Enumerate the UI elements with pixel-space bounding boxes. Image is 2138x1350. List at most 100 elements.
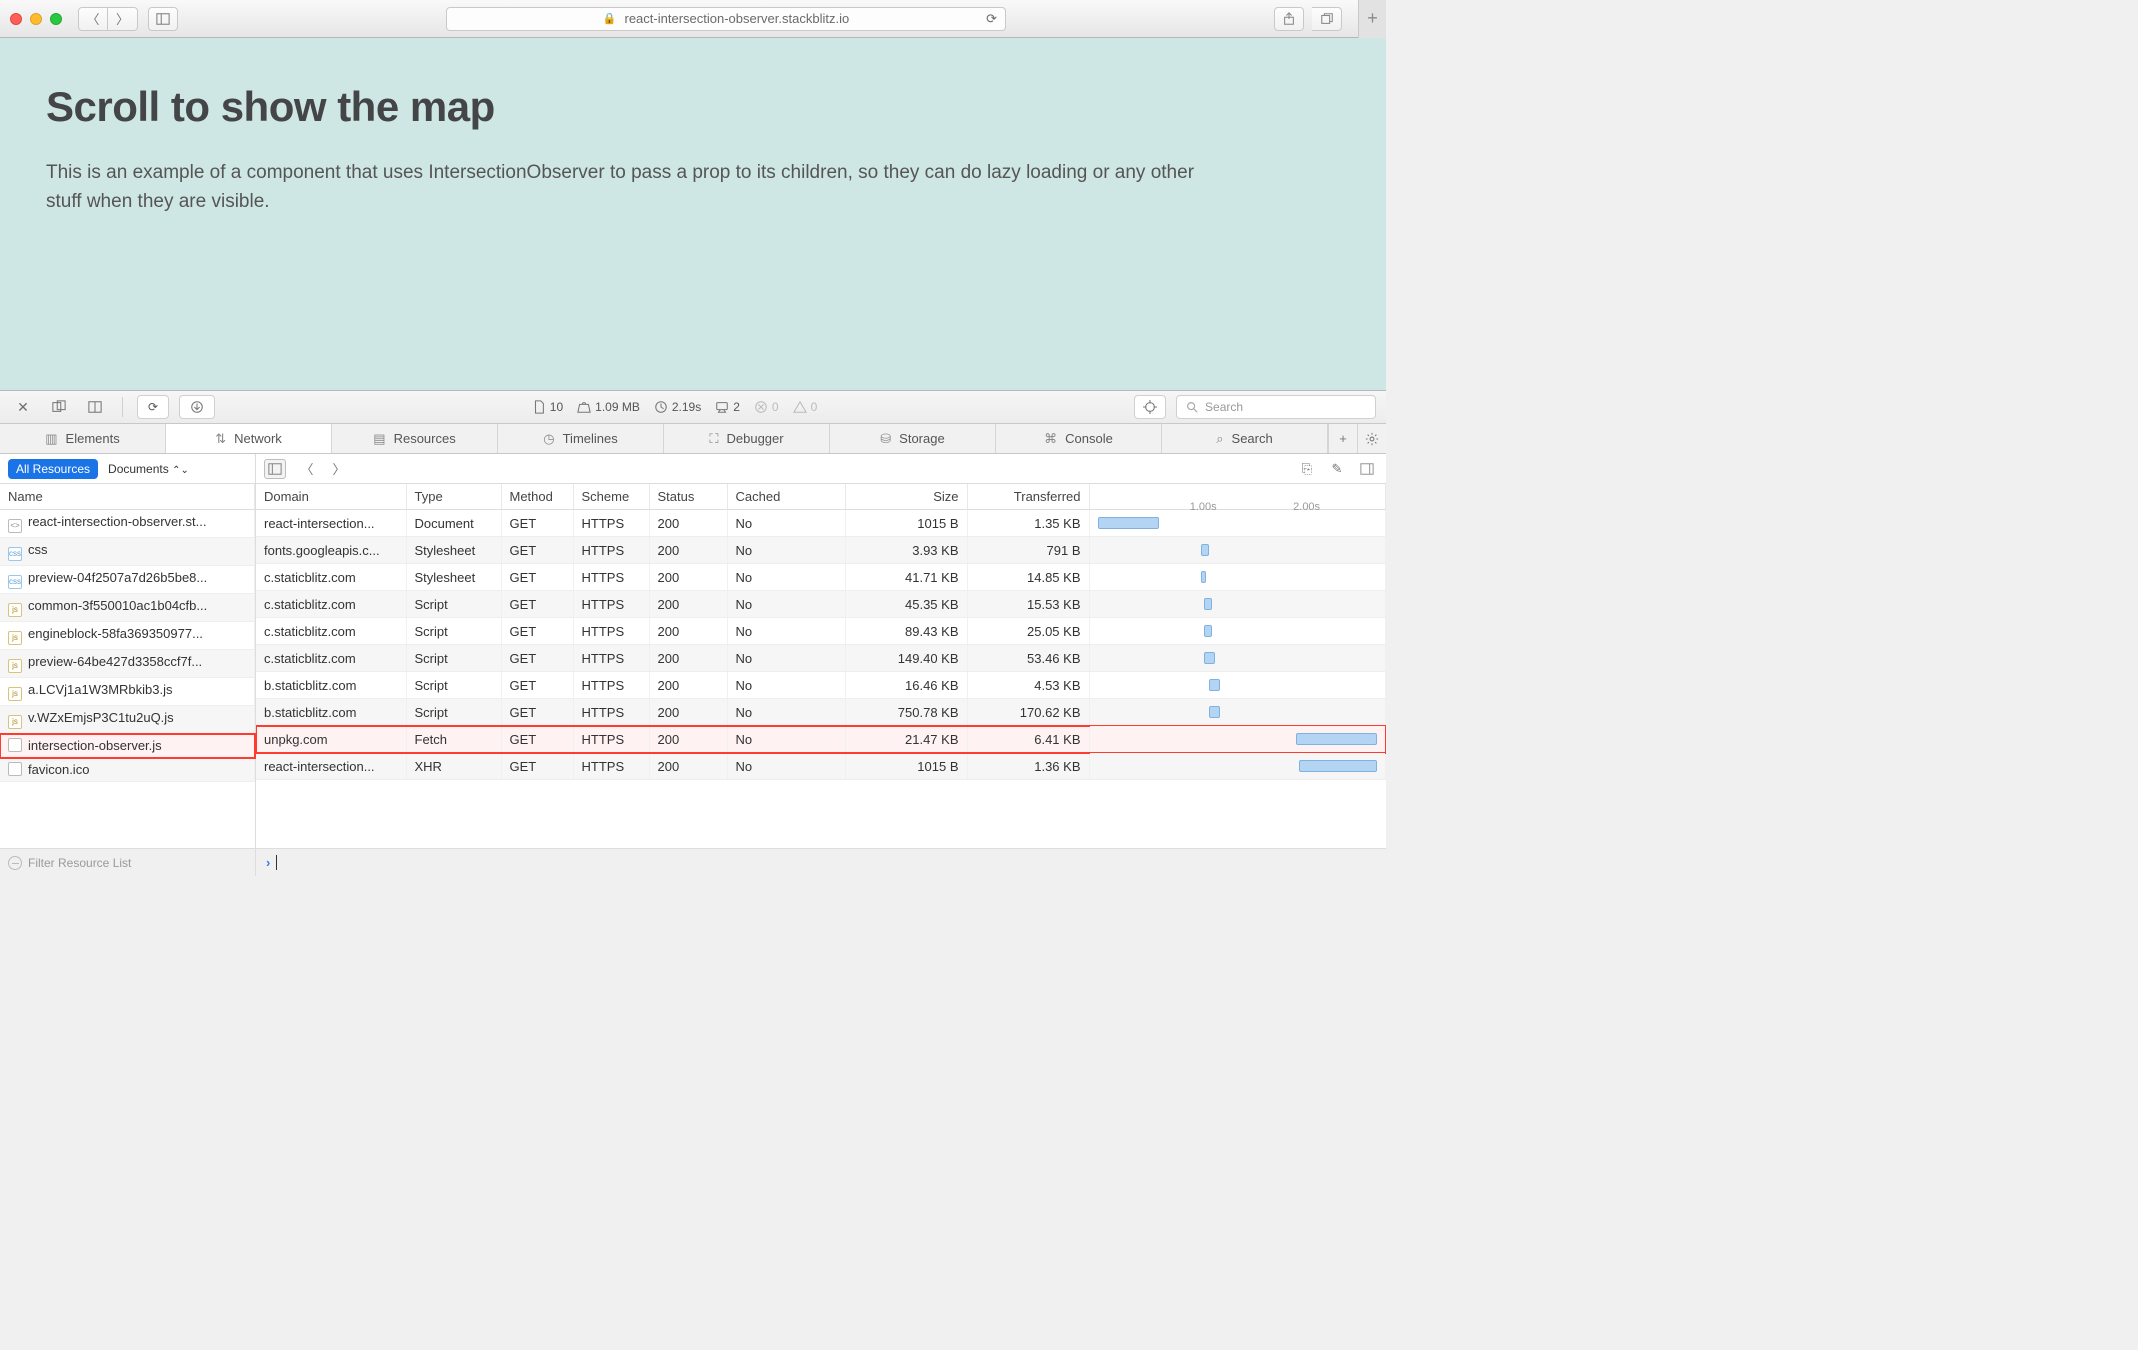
download-pill[interactable] bbox=[179, 395, 215, 419]
devtools-settings-button[interactable] bbox=[1357, 424, 1386, 453]
table-row[interactable]: react-intersection...XHRGETHTTPS200No101… bbox=[256, 753, 1386, 780]
tabs-icon bbox=[1320, 12, 1334, 26]
devtools-stats: 10 1.09 MB 2.19s 2 0 0 bbox=[532, 400, 817, 414]
table-row[interactable]: jscommon-3f550010ac1b04cfb... bbox=[0, 594, 255, 622]
tab-elements[interactable]: ▥Elements bbox=[0, 424, 166, 453]
url-text: react-intersection-observer.stackblitz.i… bbox=[625, 11, 850, 26]
stat-size: 1.09 MB bbox=[595, 400, 640, 414]
console-tab-icon: ⌘ bbox=[1044, 431, 1057, 447]
col-method-header[interactable]: Method bbox=[501, 484, 573, 510]
table-row[interactable]: jsv.WZxEmjsP3C1tu2uQ.js bbox=[0, 706, 255, 734]
col-domain-header[interactable]: Domain bbox=[256, 484, 406, 510]
filter-resource-input[interactable]: Filter Resource List bbox=[0, 849, 256, 876]
toggle-details-panel-button[interactable] bbox=[1356, 459, 1378, 479]
table-row[interactable]: jspreview-64be427d3358ccf7f... bbox=[0, 650, 255, 678]
history-back-button[interactable]: 〈 bbox=[296, 459, 318, 479]
reload-icon[interactable]: ⟳ bbox=[986, 11, 997, 27]
history-forward-button[interactable]: 〉 bbox=[328, 459, 350, 479]
devtools-toolbar: ✕ ⟳ 10 1.09 MB 2.19s 2 0 0 Search bbox=[0, 390, 1386, 424]
tab-console[interactable]: ⌘Console bbox=[996, 424, 1162, 453]
devtools-search[interactable]: Search bbox=[1176, 395, 1376, 419]
back-button[interactable]: 〈 bbox=[78, 7, 108, 31]
forward-button[interactable]: 〉 bbox=[108, 7, 138, 31]
file-js-icon: js bbox=[8, 631, 22, 645]
tab-storage[interactable]: ⛁Storage bbox=[830, 424, 996, 453]
table-row[interactable]: jsengineblock-58fa369350977... bbox=[0, 622, 255, 650]
table-row[interactable]: intersection-observer.js bbox=[0, 734, 255, 758]
element-picker-button[interactable] bbox=[1134, 395, 1166, 419]
devtools-tabs: ▥Elements⇅Network▤Resources◷Timelines⛶De… bbox=[0, 424, 1386, 454]
dock-side-button[interactable] bbox=[46, 396, 72, 418]
table-row[interactable]: unpkg.comFetchGETHTTPS200No21.47 KB6.41 … bbox=[256, 726, 1386, 753]
stat-logs: 2 bbox=[733, 400, 740, 414]
dock-split-button[interactable] bbox=[82, 396, 108, 418]
table-row[interactable]: c.staticblitz.comScriptGETHTTPS200No45.3… bbox=[256, 591, 1386, 618]
col-waterfall-header[interactable]: 1.00s 2.00s bbox=[1089, 484, 1386, 510]
nav-buttons: 〈 〉 bbox=[78, 7, 138, 31]
table-row[interactable]: react-intersection...DocumentGETHTTPS200… bbox=[256, 510, 1386, 537]
close-window-button[interactable] bbox=[10, 13, 22, 25]
file-doc-icon bbox=[8, 762, 22, 776]
file-js-icon: js bbox=[8, 659, 22, 673]
maximize-window-button[interactable] bbox=[50, 13, 62, 25]
search-tab-icon: ⌕ bbox=[1216, 431, 1223, 447]
network-name-column: Name <>react-intersection-observer.st...… bbox=[0, 484, 255, 782]
console-prompt[interactable]: › bbox=[256, 849, 1386, 876]
table-row[interactable]: csspreview-04f2507a7d26b5be8... bbox=[0, 566, 255, 594]
resources-tab-icon: ▤ bbox=[373, 431, 385, 447]
file-js-icon: js bbox=[8, 715, 22, 729]
minimize-window-button[interactable] bbox=[30, 13, 42, 25]
storage-tab-icon: ⛁ bbox=[880, 431, 891, 447]
debugger-tab-icon: ⛶ bbox=[709, 431, 718, 447]
table-row[interactable]: c.staticblitz.comScriptGETHTTPS200No149.… bbox=[256, 645, 1386, 672]
filter-all-resources[interactable]: All Resources bbox=[8, 459, 98, 479]
filter-placeholder: Filter Resource List bbox=[28, 856, 131, 870]
table-row[interactable]: fonts.googleapis.c...StylesheetGETHTTPS2… bbox=[256, 537, 1386, 564]
close-devtools-button[interactable]: ✕ bbox=[10, 396, 36, 418]
tab-search[interactable]: ⌕Search bbox=[1162, 424, 1328, 453]
col-name-header[interactable]: Name bbox=[0, 484, 255, 510]
sidebar-toggle-button[interactable] bbox=[148, 7, 178, 31]
network-filter-bar: All Resources Documents ⌃⌄ 〈 〉 ⎘ ✎ bbox=[0, 454, 1386, 484]
browser-toolbar: 〈 〉 🔒 react-intersection-observer.stackb… bbox=[0, 0, 1386, 38]
new-devtools-tab-button[interactable]: + bbox=[1328, 424, 1357, 453]
col-status-header[interactable]: Status bbox=[649, 484, 727, 510]
tab-debugger[interactable]: ⛶Debugger bbox=[664, 424, 830, 453]
table-row[interactable]: <>react-intersection-observer.st... bbox=[0, 510, 255, 538]
table-row[interactable]: c.staticblitz.comStylesheetGETHTTPS200No… bbox=[256, 564, 1386, 591]
download-icon bbox=[190, 400, 204, 414]
lock-icon: 🔒 bbox=[603, 12, 617, 25]
col-scheme-header[interactable]: Scheme bbox=[573, 484, 649, 510]
toggle-name-panel-button[interactable] bbox=[264, 459, 286, 479]
table-row[interactable]: jsa.LCVj1a1W3MRbkib3.js bbox=[0, 678, 255, 706]
network-grid: Name <>react-intersection-observer.st...… bbox=[0, 484, 1386, 848]
new-tab-button[interactable]: + bbox=[1358, 0, 1386, 38]
table-row[interactable]: favicon.ico bbox=[0, 758, 255, 782]
table-row[interactable]: csscss bbox=[0, 538, 255, 566]
stat-errors: 0 bbox=[772, 400, 779, 414]
col-size-header[interactable]: Size bbox=[845, 484, 967, 510]
reload-pill[interactable]: ⟳ bbox=[137, 395, 169, 419]
tab-resources[interactable]: ▤Resources bbox=[332, 424, 498, 453]
table-row[interactable]: c.staticblitz.comScriptGETHTTPS200No89.4… bbox=[256, 618, 1386, 645]
timelines-tab-icon: ◷ bbox=[543, 431, 554, 447]
panel-right-icon bbox=[1360, 462, 1374, 476]
col-transferred-header[interactable]: Transferred bbox=[967, 484, 1089, 510]
table-row[interactable]: b.staticblitz.comScriptGETHTTPS200No750.… bbox=[256, 699, 1386, 726]
page-heading: Scroll to show the map bbox=[46, 83, 1340, 131]
edit-columns-button[interactable]: ✎ bbox=[1326, 459, 1348, 479]
stat-docs: 10 bbox=[550, 400, 563, 414]
table-row[interactable]: b.staticblitz.comScriptGETHTTPS200No16.4… bbox=[256, 672, 1386, 699]
tab-network[interactable]: ⇅Network bbox=[166, 424, 332, 453]
tabs-button[interactable] bbox=[1312, 7, 1342, 31]
share-icon bbox=[1282, 12, 1296, 26]
col-type-header[interactable]: Type bbox=[406, 484, 501, 510]
window-controls bbox=[10, 13, 62, 25]
share-button[interactable] bbox=[1274, 7, 1304, 31]
har-import-button[interactable]: ⎘ bbox=[1296, 459, 1318, 479]
console-chevron-icon: › bbox=[266, 855, 270, 870]
address-bar[interactable]: 🔒 react-intersection-observer.stackblitz… bbox=[446, 7, 1006, 31]
tab-timelines[interactable]: ◷Timelines bbox=[498, 424, 664, 453]
col-cached-header[interactable]: Cached bbox=[727, 484, 845, 510]
filter-documents-dropdown[interactable]: Documents ⌃⌄ bbox=[108, 462, 189, 476]
